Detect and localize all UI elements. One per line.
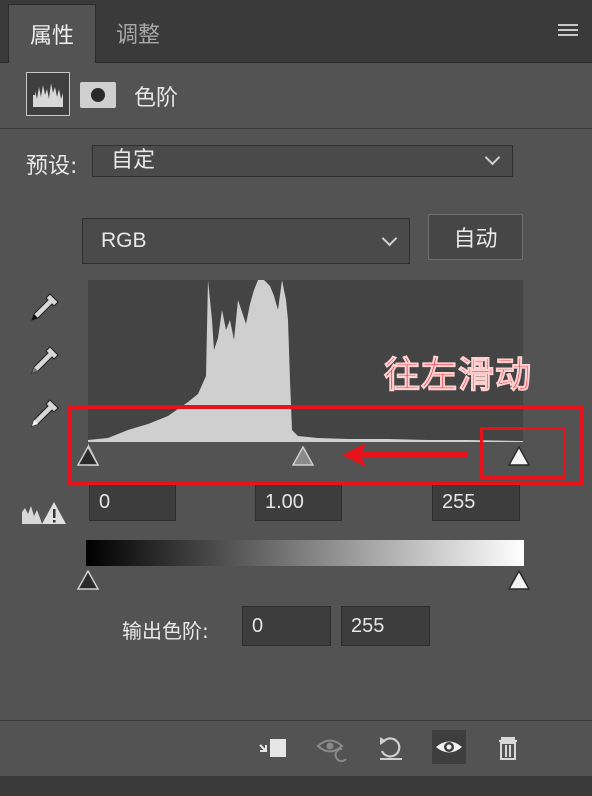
lower-panel-tabs: [0, 776, 592, 796]
output-black-field[interactable]: 0: [242, 606, 331, 646]
input-black-field[interactable]: 0: [89, 483, 176, 521]
auto-button[interactable]: 自动: [428, 214, 523, 260]
output-white-handle[interactable]: [508, 570, 530, 590]
clip-to-layer-icon[interactable]: [258, 733, 288, 763]
levels-histogram-icon[interactable]: [26, 72, 70, 116]
tab-properties[interactable]: 属性: [8, 4, 96, 63]
input-gamma-field[interactable]: 1.00: [255, 483, 342, 521]
chevron-down-icon: [381, 230, 398, 247]
annotation-text: 往左滑动: [383, 355, 533, 397]
output-levels-label: 输出色阶:: [122, 619, 209, 643]
channel-select[interactable]: RGB: [82, 218, 410, 264]
panel-menu-icon[interactable]: [558, 24, 578, 38]
gray-point-eyedropper-icon[interactable]: [26, 343, 62, 379]
delete-trash-icon[interactable]: [494, 733, 524, 763]
black-point-eyedropper-icon[interactable]: [26, 290, 62, 326]
output-white-field[interactable]: 255: [341, 606, 430, 646]
annotation-arrow-left-icon: [342, 443, 468, 467]
tab-adjustments[interactable]: 调整: [96, 4, 180, 62]
annotation-box-white-handle: [480, 427, 566, 479]
preset-select[interactable]: 自定: [92, 145, 513, 177]
visibility-eye-icon[interactable]: [432, 730, 466, 764]
reset-icon[interactable]: [376, 733, 406, 763]
preset-label: 预设:: [26, 154, 78, 179]
divider: [0, 128, 592, 129]
preset-value: 自定: [111, 148, 156, 173]
layer-mask-icon[interactable]: [80, 82, 116, 108]
chevron-down-icon: [484, 149, 501, 166]
adjustment-title: 色阶: [134, 86, 179, 111]
channel-value: RGB: [101, 229, 147, 252]
output-gradient: [86, 540, 524, 566]
view-previous-state-icon[interactable]: [316, 733, 347, 763]
output-black-handle[interactable]: [77, 570, 99, 590]
input-white-field[interactable]: 255: [432, 483, 520, 521]
white-point-eyedropper-icon[interactable]: [26, 396, 62, 432]
clipping-warning-icon[interactable]: [20, 498, 70, 528]
